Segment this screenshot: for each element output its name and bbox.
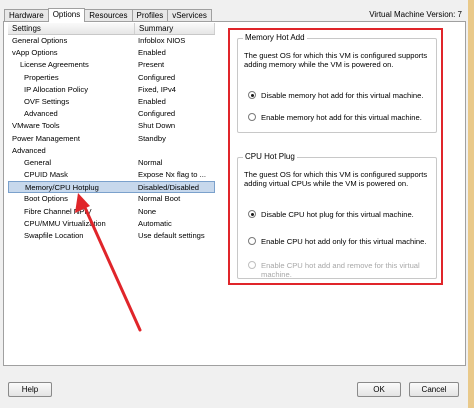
tab-options[interactable]: Options xyxy=(47,8,86,22)
cancel-button[interactable]: Cancel xyxy=(409,382,459,397)
vm-properties-window: Hardware Options Resources Profiles vSer… xyxy=(0,0,474,408)
red-arrow-annotation xyxy=(75,193,142,332)
ok-button[interactable]: OK xyxy=(357,382,401,397)
help-button[interactable]: Help xyxy=(8,382,52,397)
